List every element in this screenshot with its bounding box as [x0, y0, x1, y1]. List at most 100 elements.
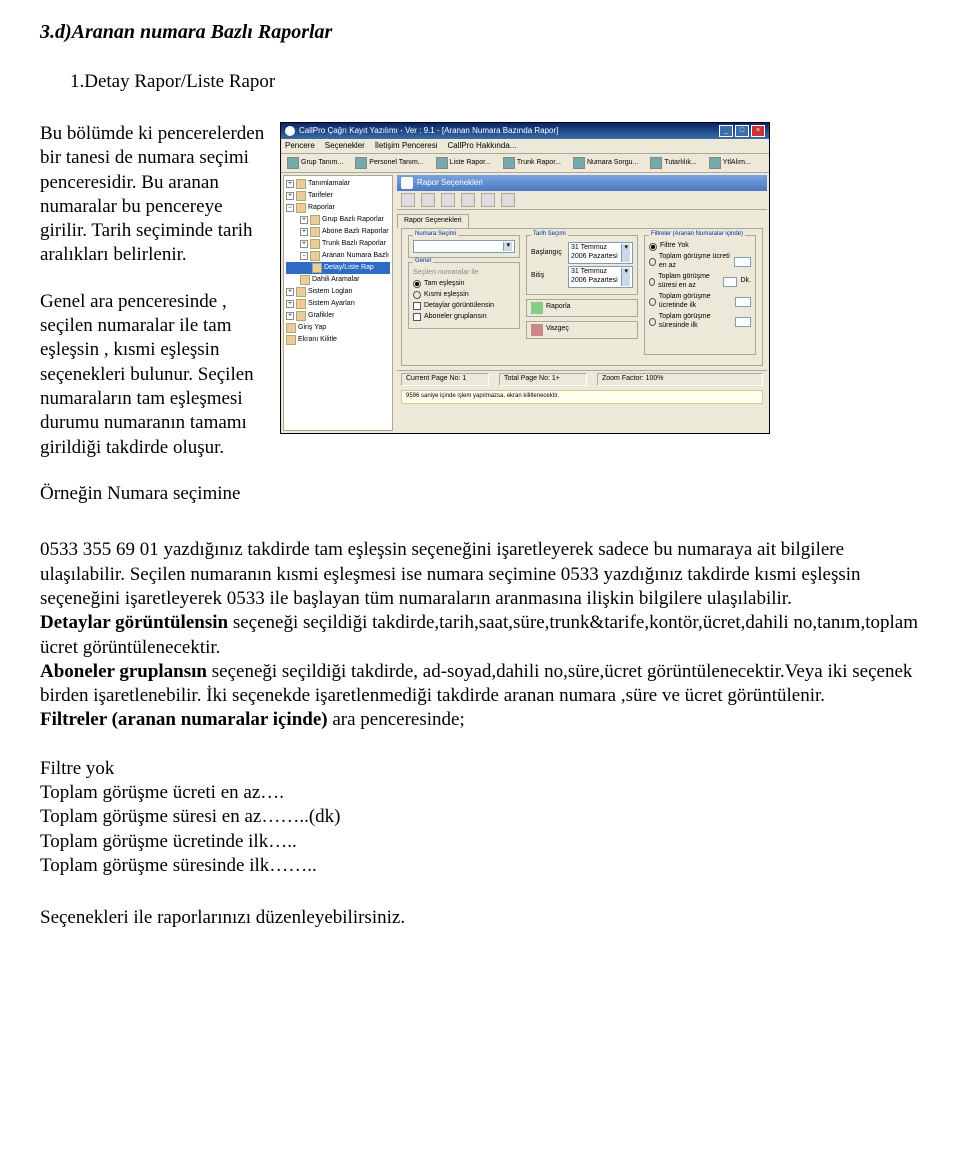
- checkbox-aboneler[interactable]: [413, 313, 421, 321]
- text-input[interactable]: [723, 277, 737, 287]
- tree-item-label[interactable]: Aranan Numara Bazlı: [322, 252, 389, 261]
- label: Bitiş: [531, 272, 565, 281]
- tree-item-label[interactable]: Giriş Yap: [298, 324, 326, 333]
- paragraph: Detaylar görüntülensin seçeneği seçildiğ…: [40, 611, 920, 660]
- toolbar-button[interactable]: Numara Sorgu...: [587, 159, 638, 168]
- checkbox-detaylar[interactable]: [413, 302, 421, 310]
- toolbar-button[interactable]: [481, 193, 495, 207]
- menu-item[interactable]: Pencere: [285, 141, 315, 151]
- toolbar-icon: [650, 157, 662, 169]
- toolbar-button[interactable]: [421, 193, 435, 207]
- phone-icon: [300, 275, 310, 285]
- collapse-icon[interactable]: −: [286, 204, 294, 212]
- menu-item[interactable]: CallPro Hakkında...: [448, 141, 517, 151]
- folder-icon: [296, 191, 306, 201]
- emphasis: Detaylar görüntülensin: [40, 612, 228, 633]
- app-window: CallPro Çağrı Kayıt Yazılımı - Ver : 9.1…: [280, 122, 770, 434]
- tree-item-label[interactable]: Detay/Liste Rap: [324, 264, 374, 273]
- toolbar-button[interactable]: Tutarlılık...: [664, 159, 696, 168]
- toolbar-button[interactable]: Trunk Rapor...: [517, 159, 561, 168]
- toolbar-button[interactable]: Grup Tanım...: [301, 159, 343, 168]
- statusbar: Current Page No: 1 Total Page No: 1+ Zoo…: [397, 370, 767, 388]
- emphasis: Filtreler (aranan numaralar içinde): [40, 709, 328, 730]
- expand-icon[interactable]: +: [286, 300, 294, 308]
- tree-item-label[interactable]: Tarifeler: [308, 192, 333, 201]
- minimize-button[interactable]: _: [719, 125, 733, 137]
- label: Seçilen numaralar ile: [413, 269, 478, 278]
- toolbar-icon: [573, 157, 585, 169]
- status-zoom: Zoom Factor: 100%: [597, 373, 763, 386]
- report-icon: [310, 215, 320, 225]
- expand-icon[interactable]: +: [300, 216, 308, 224]
- label: Başlangıç: [531, 249, 565, 258]
- tree-item-label[interactable]: Abone Bazlı Raporlar: [322, 228, 389, 237]
- status-message: 9596 saniye içinde işlem yapılmazsa, ekr…: [401, 390, 763, 404]
- text-input[interactable]: [734, 257, 751, 267]
- radio-filtre-yok[interactable]: [649, 243, 657, 251]
- tree-item-label[interactable]: Sistem Ayarları: [308, 300, 355, 309]
- expand-icon[interactable]: +: [286, 288, 294, 296]
- expand-icon[interactable]: +: [300, 240, 308, 248]
- radio-sure-ilk[interactable]: [649, 318, 656, 326]
- tree-item-label[interactable]: Sistem Logları: [308, 288, 353, 297]
- radio-ucret-enaz[interactable]: [649, 258, 656, 266]
- collapse-icon[interactable]: −: [300, 252, 308, 260]
- group-label: Tarih Seçimi: [531, 231, 568, 239]
- list-item: Toplam görüşme süresi en az……..(dk): [40, 805, 920, 829]
- date-picker[interactable]: 31 Temmuz 2006 Pazartesi▾: [568, 242, 633, 264]
- close-button[interactable]: ×: [751, 125, 765, 137]
- date-picker[interactable]: 31 Temmuz 2006 Pazartesi▾: [568, 266, 633, 288]
- text-input[interactable]: [735, 297, 751, 307]
- paragraph: Bu bölümde ki pencerelerden bir tanesi d…: [40, 122, 270, 268]
- toolbar-button[interactable]: [401, 193, 415, 207]
- folder-icon: [296, 203, 306, 213]
- expand-icon[interactable]: +: [286, 312, 294, 320]
- toolbar-icon: [436, 157, 448, 169]
- group-label: Filtreler (Aranan Numaralar içinde): [649, 231, 745, 239]
- toolbar-icon: [503, 157, 515, 169]
- tree-item-label[interactable]: Ekranı Kilitle: [298, 336, 337, 345]
- tree-item-label[interactable]: Trunk Bazlı Raporlar: [322, 240, 386, 249]
- radio-sure-enaz[interactable]: [649, 278, 655, 286]
- chevron-down-icon: ▾: [503, 242, 512, 251]
- maximize-button[interactable]: □: [735, 125, 749, 137]
- tree-item-label[interactable]: Tanımlamalar: [308, 180, 350, 189]
- section-subheading: 1.Detay Rapor/Liste Rapor: [70, 70, 920, 94]
- paragraph: Seçenekleri ile raporlarınızı düzenleyeb…: [40, 906, 920, 930]
- tree-view[interactable]: + Tanımlamalar + Tarifeler − Raporlar + Grup…: [283, 175, 393, 431]
- toolbar-button[interactable]: [441, 193, 455, 207]
- tab-rapor-secenekleri[interactable]: Rapor Seçenekleri: [397, 214, 469, 228]
- report-icon: [310, 239, 320, 249]
- expand-icon[interactable]: +: [286, 180, 294, 188]
- chevron-down-icon: ▾: [621, 268, 630, 286]
- text-input[interactable]: [735, 317, 751, 327]
- toolbar-button[interactable]: [501, 193, 515, 207]
- raporla-button[interactable]: Raporla: [526, 299, 638, 317]
- toolbar-button[interactable]: [461, 193, 475, 207]
- status-total-page: Total Page No: 1+: [499, 373, 587, 386]
- toolbar-button[interactable]: Liste Rapor...: [450, 159, 491, 168]
- menu-item[interactable]: Seçenekler: [325, 141, 365, 151]
- toolbar-button[interactable]: Personel Tanım...: [369, 159, 423, 168]
- tree-item-label[interactable]: Grup Bazlı Raporlar: [322, 216, 384, 225]
- vazgec-button[interactable]: Vazgeç: [526, 321, 638, 339]
- tree-item-label[interactable]: Dahili Aramalar: [312, 276, 359, 285]
- label: Detaylar görüntülensin: [424, 302, 494, 311]
- label: Toplam görüşme ücretinde ilk: [659, 293, 732, 311]
- tree-item-label[interactable]: Grafikler: [308, 312, 334, 321]
- radio-ucret-ilk[interactable]: [649, 298, 656, 306]
- group-label: Genel: [413, 258, 433, 266]
- folder-icon: [296, 179, 306, 189]
- expand-icon[interactable]: +: [300, 228, 308, 236]
- radio-tam-eslessin[interactable]: [413, 280, 421, 288]
- numara-combo[interactable]: ▾: [413, 240, 515, 253]
- menu-item[interactable]: İletişim Penceresi: [375, 141, 438, 151]
- tree-item-label[interactable]: Raporlar: [308, 204, 335, 213]
- toolbar-button[interactable]: YtlAlım...: [723, 159, 751, 168]
- radio-kismi-eslessin[interactable]: [413, 291, 421, 299]
- login-icon: [286, 323, 296, 333]
- lock-icon: [286, 335, 296, 345]
- window-title: CallPro Çağrı Kayıt Yazılımı - Ver : 9.1…: [299, 126, 558, 136]
- report-icon: [310, 251, 320, 261]
- expand-icon[interactable]: +: [286, 192, 294, 200]
